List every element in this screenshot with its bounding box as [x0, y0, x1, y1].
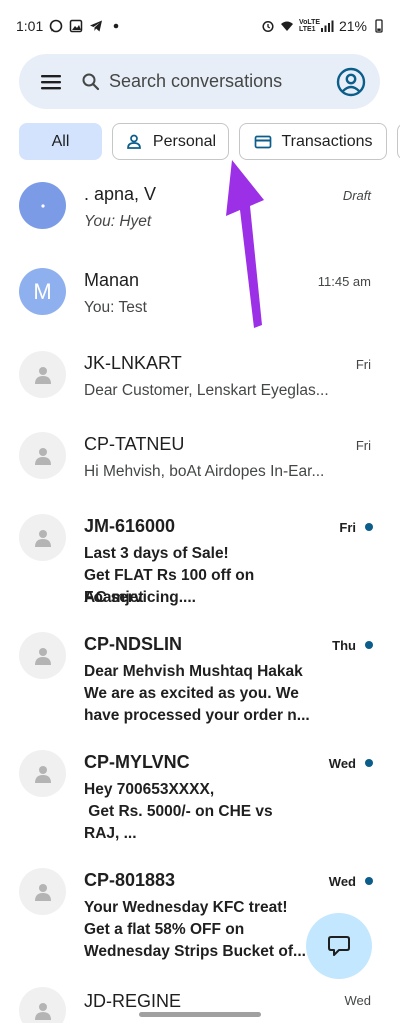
start-chat-button[interactable] — [306, 913, 372, 979]
whatsapp-icon — [49, 19, 63, 33]
conversation-snippet-line: Hey 700653XXXX, — [84, 781, 215, 798]
conversation-title: JD-REGINE — [84, 991, 182, 1011]
conversation-snippet-line: RAJ, ... — [84, 825, 137, 842]
conversation-snippet-line: AC servicing.... — [84, 589, 196, 606]
conversation-title: JK-LNKART — [84, 353, 182, 373]
home-indicator[interactable] — [139, 1012, 261, 1017]
conversation-time: Wed — [328, 874, 356, 889]
chip-personal[interactable]: Personal — [112, 123, 229, 160]
conversation-snippet-line: Dear Mehvish Mushtaq Hakak — [84, 663, 303, 680]
status-time: 1:01 — [16, 18, 44, 34]
status-bar: 1:01 VoLTE LTE1 21% — [0, 0, 400, 52]
conversation-title: JM-616000 — [84, 516, 176, 536]
conversation-time: Fri — [355, 357, 371, 372]
avatar — [19, 432, 66, 479]
chip-transactions[interactable]: Transactions — [239, 123, 387, 160]
gallery-icon — [69, 19, 83, 33]
conversation-snippet-line: We are as excited as you. We — [84, 685, 299, 702]
conversation-title: CP-NDSLIN — [84, 634, 182, 654]
battery-percent: 21% — [338, 18, 367, 34]
conversation-time: Wed — [344, 993, 372, 1008]
person-icon — [34, 647, 51, 665]
start-chat-icon — [328, 936, 350, 956]
chip-personal-label: Personal — [152, 132, 217, 150]
avatar — [19, 632, 66, 679]
conversation-snippet: You: Hyet — [84, 213, 152, 230]
search-icon — [81, 72, 101, 92]
person-icon — [125, 133, 143, 151]
avatar — [19, 868, 66, 915]
conversation-title: CP-TATNEU — [84, 434, 185, 454]
unread-indicator — [365, 877, 373, 885]
conversation-snippet-line: Last 3 days of Sale! — [84, 545, 229, 562]
conversation-snippet-line: Get a flat 58% OFF on — [84, 921, 245, 938]
avatar — [19, 987, 66, 1023]
conversation-time: Fri — [339, 520, 356, 535]
avatar: M — [19, 268, 66, 315]
conversation-snippet: Hi Mehvish, boAt Airdopes In-Ear... — [84, 463, 325, 480]
conversation-snippet-line: Wednesday Strips Bucket of... — [84, 943, 306, 960]
conversation-time: Draft — [342, 188, 371, 203]
conversation-row[interactable]: . apna, V You: Hyet Draft — [0, 180, 400, 250]
notification-dot-icon — [109, 19, 123, 33]
wifi-icon — [280, 19, 294, 33]
avatar — [19, 750, 66, 797]
person-icon — [34, 765, 51, 783]
avatar-initial: M — [33, 278, 52, 304]
battery-icon — [372, 19, 386, 33]
conversation-snippet-line: Your Wednesday KFC treat! — [84, 899, 288, 916]
filter-chips: All Personal Transactions — [19, 123, 400, 160]
conversation-row[interactable]: JM-616000 Last 3 days of Sale! Get FLAT … — [0, 512, 400, 622]
conversation-time: Fri — [355, 438, 371, 453]
conversation-title: CP-801883 — [84, 870, 176, 890]
lte-label: LTE1 — [298, 26, 316, 33]
telegram-icon — [89, 19, 103, 33]
network-type-label: VoLTE LTE1 — [298, 19, 320, 33]
conversation-title: . apna, V — [84, 184, 157, 204]
conversation-snippet-line: Get Rs. 5000/- on CHE vs — [84, 803, 273, 820]
person-icon — [34, 366, 51, 384]
menu-icon[interactable] — [39, 70, 63, 94]
conversation-snippet-line: have processed your order n... — [84, 707, 310, 724]
chip-transactions-label: Transactions — [281, 132, 373, 150]
search-input[interactable]: Search conversations — [109, 71, 335, 92]
alarm-icon — [261, 19, 275, 33]
conversation-row[interactable]: JK-LNKART Dear Customer, Lenskart Eyegla… — [0, 349, 400, 419]
person-icon — [34, 883, 51, 901]
avatar — [19, 351, 66, 398]
conversation-row[interactable]: JD-REGINE Wed — [0, 985, 400, 1023]
signal-icon — [320, 19, 334, 33]
chip-all-label: All — [51, 132, 70, 150]
volte-label: VoLTE — [298, 19, 321, 26]
unread-indicator — [365, 523, 373, 531]
person-icon — [34, 529, 51, 547]
avatar — [19, 514, 66, 561]
conversation-row[interactable]: CP-TATNEU Hi Mehvish, boAt Airdopes In-E… — [0, 430, 400, 500]
avatar — [19, 182, 66, 229]
person-icon — [34, 1002, 51, 1020]
chip-all[interactable]: All — [19, 123, 102, 160]
search-bar[interactable]: Search conversations — [19, 54, 380, 109]
conversation-row[interactable]: CP-MYLVNC Hey 700653XXXX, Get Rs. 5000/-… — [0, 748, 400, 858]
annotation-arrow — [226, 160, 264, 328]
unread-indicator — [365, 759, 373, 767]
conversation-time: Wed — [328, 756, 356, 771]
conversation-time: 11:45 am — [317, 274, 371, 289]
unread-indicator — [365, 641, 373, 649]
conversation-title: Manan — [84, 270, 140, 290]
person-icon — [34, 447, 51, 465]
card-icon — [254, 133, 272, 151]
conversation-row[interactable]: M Manan You: Test 11:45 am — [0, 266, 400, 336]
conversation-snippet: Dear Customer, Lenskart Eyeglas... — [84, 382, 329, 399]
conversation-title: CP-MYLVNC — [84, 752, 190, 772]
account-circle-icon[interactable] — [335, 66, 367, 98]
conversation-row[interactable]: CP-NDSLIN Dear Mehvish Mushtaq Hakak We … — [0, 630, 400, 740]
conversation-time: Thu — [332, 638, 356, 653]
conversation-snippet: You: Test — [84, 299, 147, 316]
